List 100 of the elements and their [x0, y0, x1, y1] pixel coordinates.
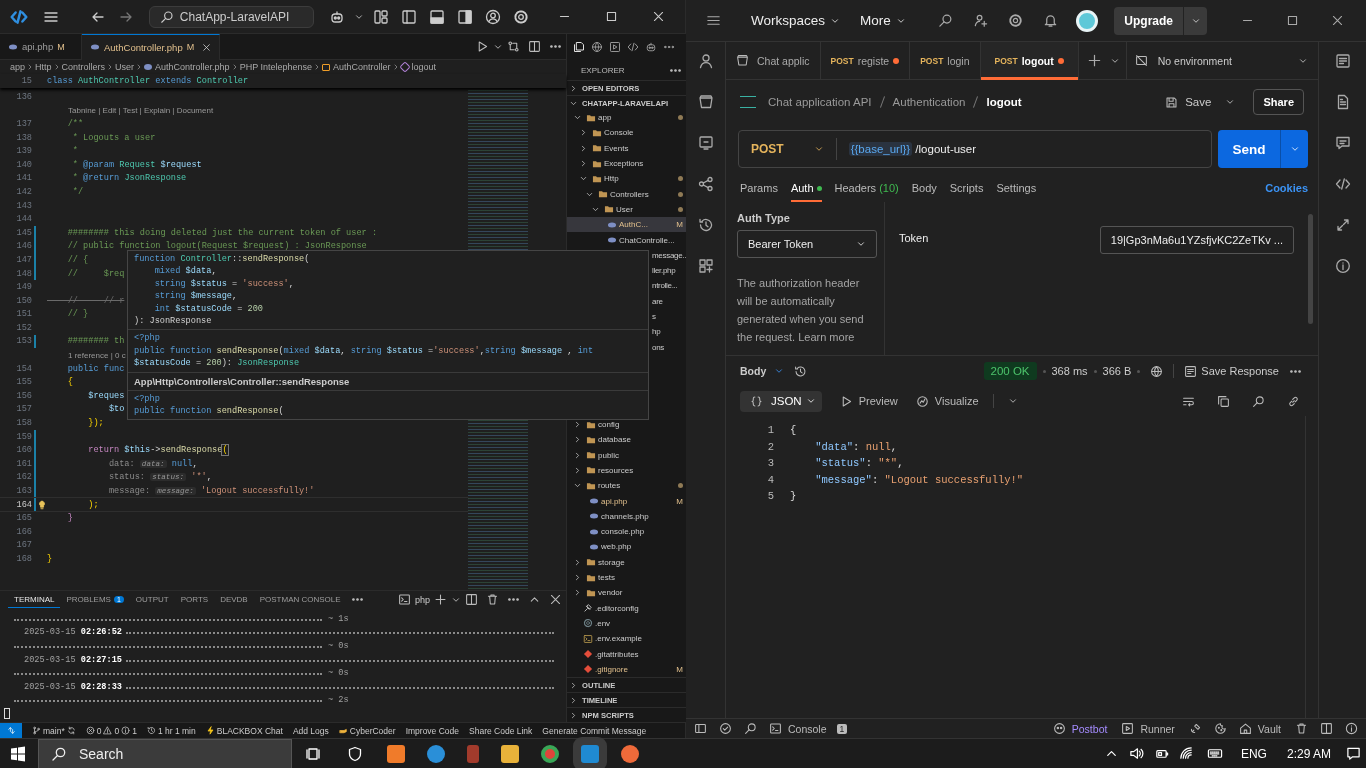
- method-dropdown[interactable]: POST: [739, 138, 837, 160]
- save-button[interactable]: Save: [1161, 95, 1212, 109]
- breadcrumb[interactable]: Controllers: [61, 62, 106, 72]
- terminal-icon[interactable]: [397, 593, 411, 606]
- file-tree-item[interactable]: .gitignore M: [567, 661, 686, 677]
- request-section-tab[interactable]: Params: [740, 174, 778, 202]
- breadcrumb[interactable]: PHP Intelephense: [239, 62, 313, 72]
- runner-button[interactable]: Runner: [1117, 722, 1175, 735]
- clock[interactable]: 2:29 AM: [1286, 746, 1331, 761]
- split-icon[interactable]: [465, 593, 478, 606]
- check-icon[interactable]: [719, 722, 732, 735]
- file-tree-item[interactable]: console.php: [567, 524, 686, 540]
- file-tree-item[interactable]: Http: [567, 171, 686, 187]
- terminal-name[interactable]: php: [414, 594, 430, 605]
- file-tree-item[interactable]: public: [567, 447, 686, 463]
- link-icon[interactable]: [1287, 394, 1300, 408]
- app-icon[interactable]: [621, 744, 639, 763]
- request-tab[interactable]: POST login: [910, 41, 981, 80]
- shield-icon[interactable]: [347, 745, 363, 762]
- volume-icon[interactable]: [1128, 746, 1144, 761]
- environment-list-icon[interactable]: [1334, 53, 1351, 69]
- robot-icon[interactable]: [645, 41, 657, 53]
- file-tree-item[interactable]: app: [567, 110, 686, 126]
- close-icon[interactable]: [1331, 14, 1344, 27]
- status-item[interactable]: Add Logs: [292, 725, 329, 736]
- apps-icon[interactable]: [697, 258, 714, 274]
- request-section-tab[interactable]: Body: [911, 174, 937, 202]
- file-tree-item[interactable]: storage: [567, 554, 686, 570]
- status-item[interactable]: 0 0 1: [85, 725, 137, 736]
- response-time[interactable]: 368 ms: [1051, 365, 1088, 377]
- close-icon[interactable]: [549, 593, 562, 606]
- breadcrumb[interactable]: User: [115, 62, 135, 72]
- request-tab[interactable]: POST logout: [980, 41, 1079, 80]
- file-tree-item[interactable]: AuthC... M: [567, 217, 686, 233]
- run-icon[interactable]: [476, 40, 489, 53]
- file-tree-item[interactable]: Console: [567, 125, 686, 141]
- environment-selector[interactable]: No environment: [1125, 41, 1318, 80]
- file-tree-item[interactable]: User: [567, 201, 686, 218]
- status-badge[interactable]: 200 OK: [983, 362, 1037, 380]
- response-size[interactable]: 366 B: [1102, 365, 1132, 377]
- task-view-icon[interactable]: [305, 745, 321, 762]
- request-section-tab[interactable]: Scripts: [949, 174, 984, 202]
- panel-tab[interactable]: TERMINAL: [8, 591, 61, 608]
- save-response-button[interactable]: Save Response: [1180, 364, 1279, 378]
- settings-icon[interactable]: [1008, 13, 1024, 28]
- history-icon[interactable]: [697, 217, 714, 233]
- trash-icon[interactable]: [1295, 722, 1308, 735]
- scrollbar-thumb[interactable]: [1308, 214, 1313, 324]
- breadcrumb[interactable]: AuthController: [322, 62, 391, 72]
- vault-button[interactable]: Vault: [1234, 722, 1281, 735]
- split-editor-icon[interactable]: [528, 40, 541, 53]
- request-section-tab[interactable]: Auth: [790, 174, 822, 202]
- environment-icon[interactable]: [697, 135, 714, 151]
- close-icon[interactable]: [202, 42, 212, 52]
- file-tree-item[interactable]: tests: [567, 569, 686, 586]
- invite-user-icon[interactable]: [973, 13, 989, 28]
- collections-icon[interactable]: [697, 94, 714, 110]
- console-button[interactable]: Console 1: [765, 722, 848, 735]
- breadcrumb[interactable]: logout: [400, 62, 437, 72]
- globe-icon[interactable]: [1150, 364, 1164, 378]
- panel-tab[interactable]: POSTMAN CONSOLE: [253, 591, 347, 608]
- logo-icon[interactable]: [10, 7, 28, 26]
- request-section-tab[interactable]: Headers (10): [834, 174, 899, 202]
- caret-icon[interactable]: [1225, 97, 1236, 107]
- compare-icon[interactable]: [507, 40, 520, 53]
- start-icon[interactable]: [10, 745, 26, 762]
- explorer-icon[interactable]: [573, 41, 585, 53]
- status-item[interactable]: Generate Commit Message: [542, 725, 647, 736]
- settings-icon[interactable]: [513, 8, 529, 25]
- response-view-dropdown[interactable]: Body: [740, 365, 785, 377]
- postbot-button[interactable]: Postbot: [1048, 722, 1108, 735]
- file-tree-item[interactable]: api.php M: [567, 493, 686, 509]
- search-icon[interactable]: [1252, 394, 1265, 408]
- file-tree-item[interactable]: routes: [567, 478, 686, 494]
- request-section-tab[interactable]: Settings: [996, 174, 1037, 202]
- lightbulb-icon[interactable]: [37, 499, 47, 510]
- share-button[interactable]: Share: [1253, 89, 1304, 115]
- status-item[interactable]: main*: [32, 725, 76, 736]
- search-icon[interactable]: [744, 722, 757, 735]
- browser-icon[interactable]: [591, 41, 603, 53]
- cookie-icon[interactable]: [1213, 722, 1227, 735]
- history-icon[interactable]: [794, 364, 808, 378]
- sidebar-toggle-icon[interactable]: [401, 8, 417, 25]
- maximize-icon[interactable]: [1286, 14, 1299, 27]
- comments-icon[interactable]: [1334, 135, 1351, 151]
- search-field[interactable]: Search: [38, 738, 292, 768]
- visualize-button[interactable]: Visualize: [911, 394, 979, 408]
- wifi-icon[interactable]: [1178, 746, 1194, 761]
- token-field[interactable]: 19|Gp3nMa6u1YZsfjvKC2ZeTKv ...: [1099, 226, 1294, 254]
- close-icon[interactable]: [652, 10, 665, 23]
- file-tree-item[interactable]: .env.example: [567, 631, 686, 647]
- caret-icon[interactable]: [1007, 396, 1018, 406]
- profile-icon[interactable]: [697, 53, 714, 69]
- remote-button[interactable]: [0, 722, 22, 739]
- layout-icon[interactable]: [373, 8, 389, 25]
- panel-tab[interactable]: OUTPUT: [129, 591, 175, 608]
- info-icon[interactable]: [1334, 258, 1351, 274]
- delete-icon[interactable]: [486, 593, 499, 606]
- file-tree-item[interactable]: config: [567, 416, 686, 433]
- language-indicator[interactable]: ENG: [1240, 746, 1267, 761]
